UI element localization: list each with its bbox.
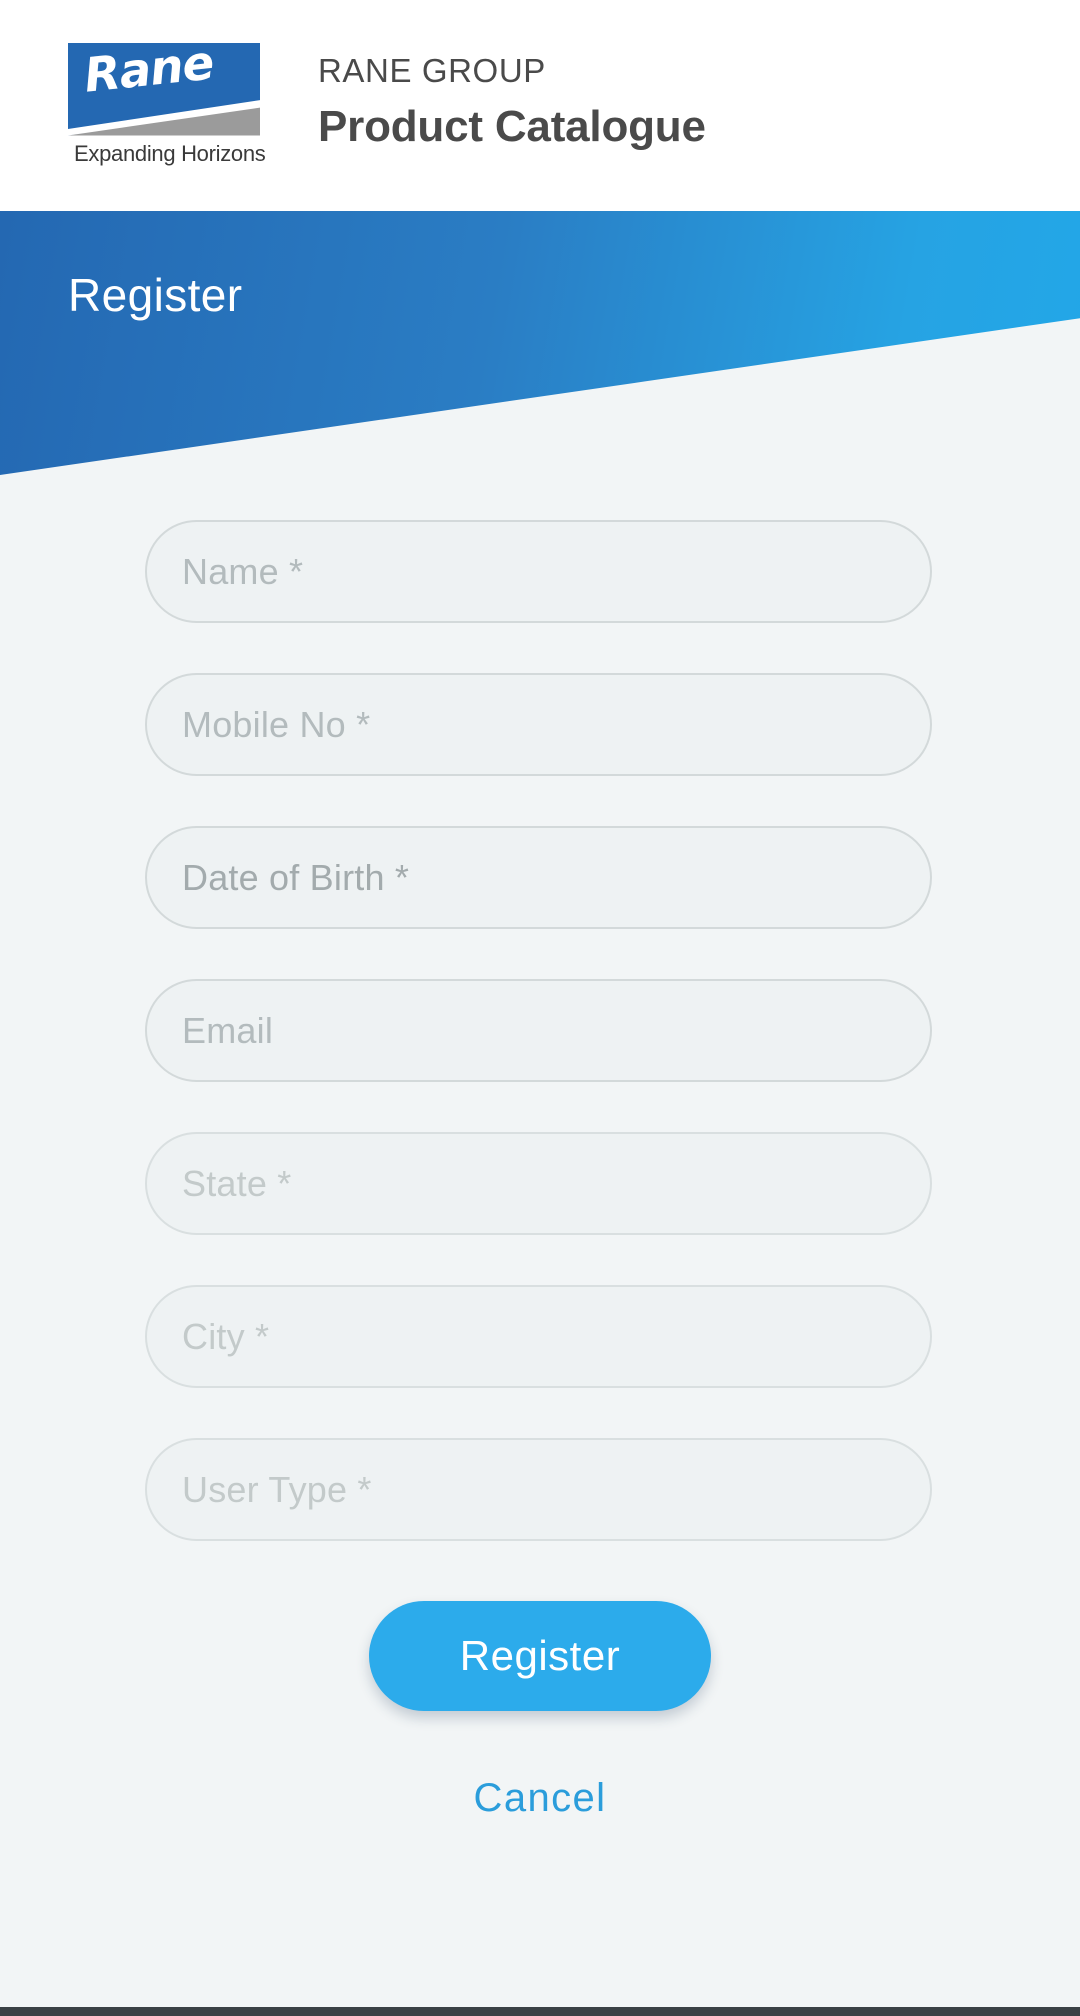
date-of-birth-field[interactable]: Date of Birth * bbox=[145, 826, 932, 929]
register-screen: Rane Expanding Horizons RANE GROUP Produ… bbox=[0, 0, 1080, 2016]
logo-wordmark: Rane bbox=[81, 42, 216, 104]
state-field-placeholder: State * bbox=[182, 1162, 292, 1204]
mobile-no-field[interactable]: Mobile No * bbox=[145, 673, 932, 776]
city-field[interactable]: City * bbox=[145, 1285, 932, 1388]
name-field-placeholder: Name * bbox=[182, 550, 304, 592]
name-field[interactable]: Name * bbox=[145, 520, 932, 623]
email-field[interactable]: Email bbox=[145, 979, 932, 1082]
email-field-placeholder: Email bbox=[182, 1009, 274, 1051]
register-form: Name * Mobile No * Date of Birth * Email… bbox=[145, 520, 932, 1591]
rane-logo: Rane Expanding Horizons bbox=[68, 42, 266, 173]
system-navigation-bar bbox=[0, 2007, 1080, 2016]
rane-logo-mark: Rane bbox=[68, 42, 260, 136]
cancel-button[interactable]: Cancel bbox=[474, 1776, 607, 1821]
form-actions: Register Cancel bbox=[0, 1601, 1080, 1821]
city-field-placeholder: City * bbox=[182, 1315, 270, 1357]
state-field[interactable]: State * bbox=[145, 1132, 932, 1235]
hero-title: Register bbox=[68, 269, 243, 321]
logo-tagline: Expanding Horizons bbox=[74, 140, 266, 166]
page-title: Product Catalogue bbox=[318, 101, 706, 151]
header-titles: RANE GROUP Product Catalogue bbox=[318, 50, 706, 154]
header-eyebrow: RANE GROUP bbox=[318, 52, 546, 90]
user-type-field[interactable]: User Type * bbox=[145, 1438, 932, 1541]
hero-banner bbox=[0, 211, 1080, 475]
user-type-field-placeholder: User Type * bbox=[182, 1468, 372, 1510]
app-header: Rane Expanding Horizons RANE GROUP Produ… bbox=[0, 0, 1080, 211]
register-button[interactable]: Register bbox=[369, 1601, 711, 1711]
date-of-birth-field-placeholder: Date of Birth * bbox=[182, 856, 410, 898]
mobile-no-field-placeholder: Mobile No * bbox=[182, 703, 371, 745]
